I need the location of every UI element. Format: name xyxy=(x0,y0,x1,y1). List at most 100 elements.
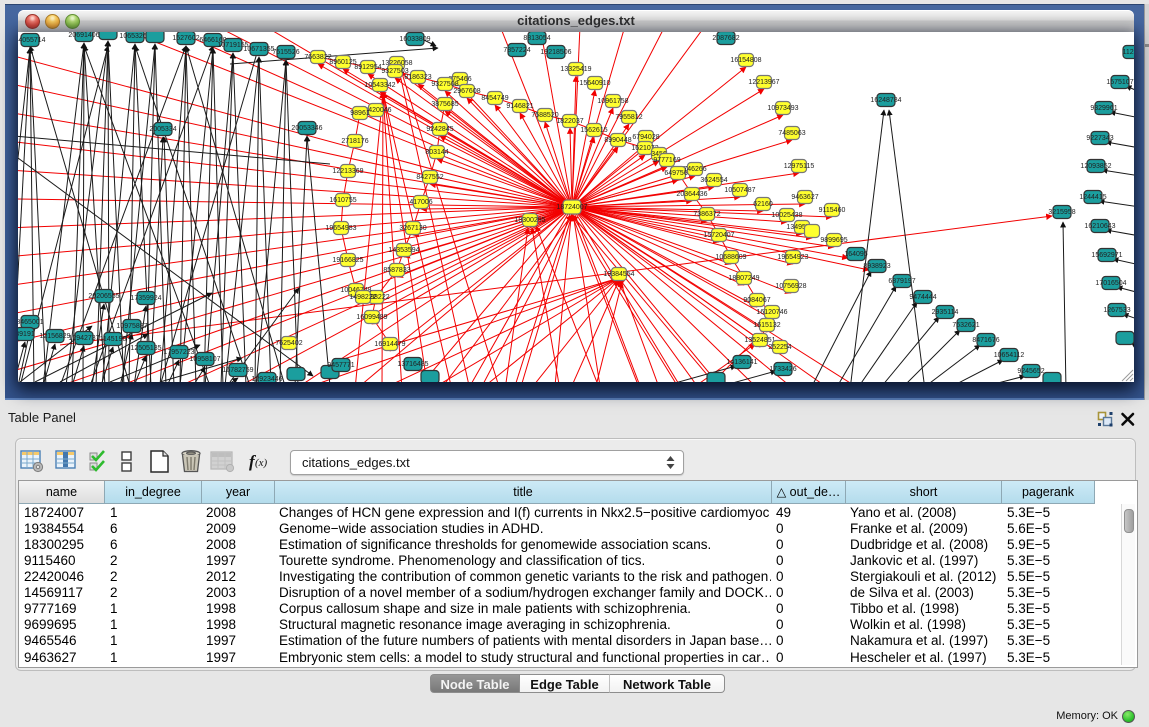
svg-text:10543342: 10543342 xyxy=(364,82,395,89)
svg-text:1498222: 1498222 xyxy=(349,294,376,301)
svg-text:12975115: 12975115 xyxy=(784,163,815,170)
svg-text:17016504: 17016504 xyxy=(1095,280,1126,287)
svg-text:16033809: 16033809 xyxy=(399,36,430,43)
svg-text:9777169: 9777169 xyxy=(653,157,680,164)
svg-text:17957223: 17957223 xyxy=(163,349,194,356)
svg-text:2718176: 2718176 xyxy=(341,138,368,145)
svg-text:8465001: 8465001 xyxy=(18,319,44,326)
svg-text:14353594: 14353594 xyxy=(388,247,419,254)
svg-text:19218506: 19218506 xyxy=(540,49,571,56)
svg-text:2967608: 2967608 xyxy=(453,88,480,95)
svg-text:7955812: 7955812 xyxy=(615,114,642,121)
svg-text:19384554: 19384554 xyxy=(603,271,634,278)
svg-text:1244415: 1244415 xyxy=(1079,194,1106,201)
svg-text:18300295: 18300295 xyxy=(514,217,545,224)
svg-text:98961: 98961 xyxy=(350,110,370,117)
svg-text:6794028: 6794028 xyxy=(632,134,659,141)
svg-text:16099489: 16099489 xyxy=(356,314,387,321)
svg-text:13524851: 13524851 xyxy=(744,337,775,344)
svg-text:16782759: 16782759 xyxy=(222,367,253,374)
svg-text:8587833: 8587833 xyxy=(383,267,410,274)
svg-text:12505135: 12505135 xyxy=(130,345,161,352)
svg-text:10688609: 10688609 xyxy=(715,254,746,261)
svg-text:1822037: 1822037 xyxy=(556,118,583,125)
svg-text:10961758: 10961758 xyxy=(597,98,628,105)
svg-text:17359924: 17359924 xyxy=(130,295,161,302)
svg-text:(x): (x) xyxy=(255,457,268,469)
svg-text:1615132: 1615132 xyxy=(753,322,780,329)
svg-text:1733426: 1733426 xyxy=(769,366,796,373)
svg-text:12213369: 12213369 xyxy=(332,168,363,175)
svg-text:10756928: 10756928 xyxy=(775,283,806,290)
svg-text:7625402: 7625402 xyxy=(275,340,302,347)
svg-text:19654983: 19654983 xyxy=(325,225,356,232)
svg-text:15720407: 15720407 xyxy=(703,232,734,239)
svg-text:19166825: 19166825 xyxy=(332,257,363,264)
svg-text:20206555: 20206555 xyxy=(88,293,119,300)
svg-text:9242845: 9242845 xyxy=(426,126,453,133)
svg-text:18724007: 18724007 xyxy=(556,204,587,211)
svg-text:2005334: 2005334 xyxy=(149,126,176,133)
svg-text:24055714: 24055714 xyxy=(18,37,46,44)
svg-text:10025438: 10025438 xyxy=(771,212,802,219)
svg-text:12213967: 12213967 xyxy=(748,79,779,86)
svg-text:7386372: 7386372 xyxy=(693,211,720,218)
svg-text:8960125: 8960125 xyxy=(329,59,356,66)
svg-text:7663822: 7663822 xyxy=(304,54,331,61)
svg-text:13325419: 13325419 xyxy=(560,66,591,73)
svg-text:3624554: 3624554 xyxy=(700,177,727,184)
svg-text:1562615: 1562615 xyxy=(580,127,607,134)
svg-text:8454749: 8454749 xyxy=(481,95,508,102)
svg-text:9084067: 9084067 xyxy=(743,297,770,304)
svg-text:12942737: 12942737 xyxy=(68,335,99,342)
svg-text:16154808: 16154808 xyxy=(730,57,761,64)
svg-text:12156829: 12156829 xyxy=(39,333,70,340)
svg-text:6879197: 6879197 xyxy=(888,278,915,285)
svg-text:10973493: 10973493 xyxy=(767,105,798,112)
svg-text:1610755: 1610755 xyxy=(329,197,356,204)
svg-text:1527602: 1527602 xyxy=(172,35,199,42)
svg-text:252254: 252254 xyxy=(768,344,791,351)
svg-text:9327508: 9327508 xyxy=(431,81,458,88)
svg-text:16914479: 16914479 xyxy=(374,341,405,348)
svg-text:9146821: 9146821 xyxy=(506,103,533,110)
svg-text:1267533: 1267533 xyxy=(1103,307,1130,314)
svg-text:1575107: 1575107 xyxy=(1106,79,1133,86)
svg-text:62160: 62160 xyxy=(753,201,773,208)
svg-text:7515526: 7515526 xyxy=(272,49,299,56)
svg-text:39191: 39191 xyxy=(18,331,35,338)
svg-text:10654112: 10654112 xyxy=(994,352,1025,359)
svg-text:1145190: 1145190 xyxy=(100,336,127,343)
svg-text:3267130: 3267130 xyxy=(399,225,426,232)
svg-text:9899695: 9899695 xyxy=(820,237,847,244)
svg-text:3875685: 3875685 xyxy=(431,101,458,108)
svg-text:2935114: 2935114 xyxy=(932,309,959,316)
svg-text:14136141: 14136141 xyxy=(726,359,757,366)
svg-text:16248784: 16248784 xyxy=(870,97,901,104)
svg-text:15640910: 15640910 xyxy=(579,80,610,87)
svg-text:20691406: 20691406 xyxy=(68,32,99,39)
svg-text:15692971: 15692971 xyxy=(1091,252,1122,259)
svg-text:13716485: 13716485 xyxy=(397,361,428,368)
svg-text:803144: 803144 xyxy=(425,149,448,156)
svg-text:8990448: 8990448 xyxy=(604,137,631,144)
svg-text:164095: 164095 xyxy=(844,251,867,258)
svg-text:8813054: 8813054 xyxy=(523,35,550,42)
svg-text:9463627: 9463627 xyxy=(791,194,818,201)
svg-text:8471676: 8471676 xyxy=(972,337,999,344)
svg-text:746266: 746266 xyxy=(683,166,706,173)
svg-text:20364436: 20364436 xyxy=(676,191,707,198)
svg-text:20053346: 20053346 xyxy=(291,125,322,132)
svg-text:9329961: 9329961 xyxy=(1090,105,1117,112)
svg-text:2087682: 2087682 xyxy=(712,35,739,42)
svg-text:8912954: 8912954 xyxy=(354,64,381,71)
svg-text:7632621: 7632621 xyxy=(952,322,979,329)
svg-text:8427552: 8427552 xyxy=(416,174,443,181)
svg-text:16210643: 16210643 xyxy=(1084,223,1115,230)
svg-text:16120746: 16120746 xyxy=(756,309,787,316)
svg-text:3215958: 3215958 xyxy=(1048,209,1075,216)
svg-text:8186323: 8186323 xyxy=(404,74,431,81)
svg-text:417006: 417006 xyxy=(409,199,432,206)
svg-text:7588520: 7588520 xyxy=(531,112,558,119)
svg-text:7485063: 7485063 xyxy=(778,130,805,137)
